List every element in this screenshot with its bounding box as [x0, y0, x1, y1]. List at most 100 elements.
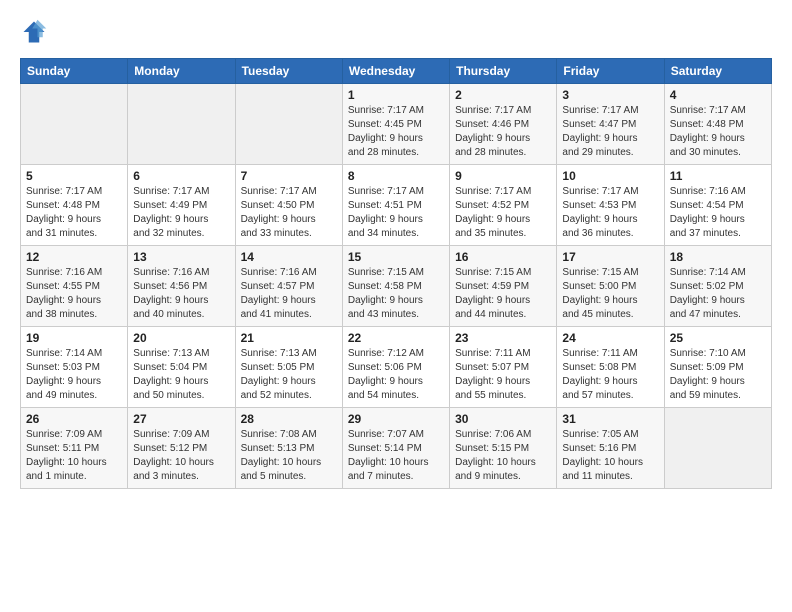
table-row: 15 Sunrise: 7:15 AM Sunset: 4:58 PM Dayli… — [342, 246, 449, 327]
day-number: 14 — [241, 250, 337, 264]
calendar-header: Sunday Monday Tuesday Wednesday Thursday… — [21, 59, 772, 84]
table-row: 27 Sunrise: 7:09 AM Sunset: 5:12 PM Dayli… — [128, 408, 235, 489]
day-number: 24 — [562, 331, 658, 345]
col-wednesday: Wednesday — [342, 59, 449, 84]
day-info: Sunrise: 7:17 AM Sunset: 4:52 PM Dayligh… — [455, 185, 551, 241]
day-info: Sunrise: 7:17 AM Sunset: 4:45 PM Dayligh… — [348, 104, 444, 160]
calendar-table: Sunday Monday Tuesday Wednesday Thursday… — [20, 58, 772, 489]
table-row — [664, 408, 771, 489]
col-sunday: Sunday — [21, 59, 128, 84]
logo-icon — [20, 18, 48, 46]
table-row: 24 Sunrise: 7:11 AM Sunset: 5:08 PM Dayli… — [557, 327, 664, 408]
day-info: Sunrise: 7:17 AM Sunset: 4:46 PM Dayligh… — [455, 104, 551, 160]
day-number: 17 — [562, 250, 658, 264]
day-number: 27 — [133, 412, 229, 426]
day-info: Sunrise: 7:09 AM Sunset: 5:12 PM Dayligh… — [133, 428, 229, 484]
day-info: Sunrise: 7:16 AM Sunset: 4:54 PM Dayligh… — [670, 185, 766, 241]
day-info: Sunrise: 7:13 AM Sunset: 5:04 PM Dayligh… — [133, 347, 229, 403]
day-number: 8 — [348, 169, 444, 183]
day-number: 21 — [241, 331, 337, 345]
table-row: 30 Sunrise: 7:06 AM Sunset: 5:15 PM Dayli… — [450, 408, 557, 489]
logo — [20, 18, 52, 46]
day-info: Sunrise: 7:10 AM Sunset: 5:09 PM Dayligh… — [670, 347, 766, 403]
day-info: Sunrise: 7:17 AM Sunset: 4:53 PM Dayligh… — [562, 185, 658, 241]
col-tuesday: Tuesday — [235, 59, 342, 84]
table-row: 26Sunrise: 7:09 AM Sunset: 5:11 PM Dayli… — [21, 408, 128, 489]
day-info: Sunrise: 7:15 AM Sunset: 5:00 PM Dayligh… — [562, 266, 658, 322]
table-row: 20 Sunrise: 7:13 AM Sunset: 5:04 PM Dayli… — [128, 327, 235, 408]
day-info: Sunrise: 7:13 AM Sunset: 5:05 PM Dayligh… — [241, 347, 337, 403]
day-number: 26 — [26, 412, 122, 426]
day-info: Sunrise: 7:17 AM Sunset: 4:47 PM Dayligh… — [562, 104, 658, 160]
day-info: Sunrise: 7:16 AM Sunset: 4:57 PM Dayligh… — [241, 266, 337, 322]
day-info: Sunrise: 7:16 AM Sunset: 4:56 PM Dayligh… — [133, 266, 229, 322]
table-row: 9 Sunrise: 7:17 AM Sunset: 4:52 PM Daylig… — [450, 165, 557, 246]
table-row: 17 Sunrise: 7:15 AM Sunset: 5:00 PM Dayli… — [557, 246, 664, 327]
day-number: 30 — [455, 412, 551, 426]
table-row: 21 Sunrise: 7:13 AM Sunset: 5:05 PM Dayli… — [235, 327, 342, 408]
day-info: Sunrise: 7:15 AM Sunset: 4:59 PM Dayligh… — [455, 266, 551, 322]
day-number: 15 — [348, 250, 444, 264]
day-number: 29 — [348, 412, 444, 426]
page: Sunday Monday Tuesday Wednesday Thursday… — [0, 0, 792, 507]
table-row: 7 Sunrise: 7:17 AM Sunset: 4:50 PM Daylig… — [235, 165, 342, 246]
day-number: 16 — [455, 250, 551, 264]
calendar-week-row: 12 Sunrise: 7:16 AM Sunset: 4:55 PM Dayli… — [21, 246, 772, 327]
day-info: Sunrise: 7:06 AM Sunset: 5:15 PM Dayligh… — [455, 428, 551, 484]
table-row: 10 Sunrise: 7:17 AM Sunset: 4:53 PM Dayli… — [557, 165, 664, 246]
table-row: 14 Sunrise: 7:16 AM Sunset: 4:57 PM Dayli… — [235, 246, 342, 327]
day-number: 25 — [670, 331, 766, 345]
table-row: 6 Sunrise: 7:17 AM Sunset: 4:49 PM Daylig… — [128, 165, 235, 246]
day-info: Sunrise: 7:16 AM Sunset: 4:55 PM Dayligh… — [26, 266, 122, 322]
table-row: 8Sunrise: 7:17 AM Sunset: 4:51 PM Daylig… — [342, 165, 449, 246]
table-row — [235, 84, 342, 165]
calendar-week-row: 5Sunrise: 7:17 AM Sunset: 4:48 PM Daylig… — [21, 165, 772, 246]
calendar-body: 1 Sunrise: 7:17 AM Sunset: 4:45 PM Daylig… — [21, 84, 772, 489]
table-row: 28 Sunrise: 7:08 AM Sunset: 5:13 PM Dayli… — [235, 408, 342, 489]
table-row: 31 Sunrise: 7:05 AM Sunset: 5:16 PM Dayli… — [557, 408, 664, 489]
table-row: 13 Sunrise: 7:16 AM Sunset: 4:56 PM Dayli… — [128, 246, 235, 327]
day-info: Sunrise: 7:17 AM Sunset: 4:50 PM Dayligh… — [241, 185, 337, 241]
day-info: Sunrise: 7:11 AM Sunset: 5:08 PM Dayligh… — [562, 347, 658, 403]
day-number: 3 — [562, 88, 658, 102]
header-row: Sunday Monday Tuesday Wednesday Thursday… — [21, 59, 772, 84]
day-info: Sunrise: 7:17 AM Sunset: 4:49 PM Dayligh… — [133, 185, 229, 241]
table-row: 25 Sunrise: 7:10 AM Sunset: 5:09 PM Dayli… — [664, 327, 771, 408]
day-info: Sunrise: 7:11 AM Sunset: 5:07 PM Dayligh… — [455, 347, 551, 403]
table-row: 22 Sunrise: 7:12 AM Sunset: 5:06 PM Dayli… — [342, 327, 449, 408]
col-saturday: Saturday — [664, 59, 771, 84]
calendar-week-row: 1 Sunrise: 7:17 AM Sunset: 4:45 PM Daylig… — [21, 84, 772, 165]
header — [20, 18, 772, 46]
table-row: 4Sunrise: 7:17 AM Sunset: 4:48 PM Daylig… — [664, 84, 771, 165]
day-number: 9 — [455, 169, 551, 183]
day-info: Sunrise: 7:15 AM Sunset: 4:58 PM Dayligh… — [348, 266, 444, 322]
day-number: 1 — [348, 88, 444, 102]
table-row — [21, 84, 128, 165]
day-number: 7 — [241, 169, 337, 183]
col-friday: Friday — [557, 59, 664, 84]
day-number: 31 — [562, 412, 658, 426]
day-info: Sunrise: 7:14 AM Sunset: 5:02 PM Dayligh… — [670, 266, 766, 322]
day-number: 22 — [348, 331, 444, 345]
day-number: 28 — [241, 412, 337, 426]
day-info: Sunrise: 7:17 AM Sunset: 4:48 PM Dayligh… — [26, 185, 122, 241]
table-row — [128, 84, 235, 165]
day-info: Sunrise: 7:05 AM Sunset: 5:16 PM Dayligh… — [562, 428, 658, 484]
day-number: 13 — [133, 250, 229, 264]
day-number: 18 — [670, 250, 766, 264]
table-row: 3 Sunrise: 7:17 AM Sunset: 4:47 PM Daylig… — [557, 84, 664, 165]
day-number: 20 — [133, 331, 229, 345]
table-row: 1 Sunrise: 7:17 AM Sunset: 4:45 PM Daylig… — [342, 84, 449, 165]
day-number: 10 — [562, 169, 658, 183]
col-monday: Monday — [128, 59, 235, 84]
day-number: 11 — [670, 169, 766, 183]
day-number: 2 — [455, 88, 551, 102]
day-info: Sunrise: 7:08 AM Sunset: 5:13 PM Dayligh… — [241, 428, 337, 484]
day-info: Sunrise: 7:12 AM Sunset: 5:06 PM Dayligh… — [348, 347, 444, 403]
table-row: 5Sunrise: 7:17 AM Sunset: 4:48 PM Daylig… — [21, 165, 128, 246]
day-number: 6 — [133, 169, 229, 183]
col-thursday: Thursday — [450, 59, 557, 84]
table-row: 23Sunrise: 7:11 AM Sunset: 5:07 PM Dayli… — [450, 327, 557, 408]
day-number: 12 — [26, 250, 122, 264]
calendar-week-row: 19Sunrise: 7:14 AM Sunset: 5:03 PM Dayli… — [21, 327, 772, 408]
